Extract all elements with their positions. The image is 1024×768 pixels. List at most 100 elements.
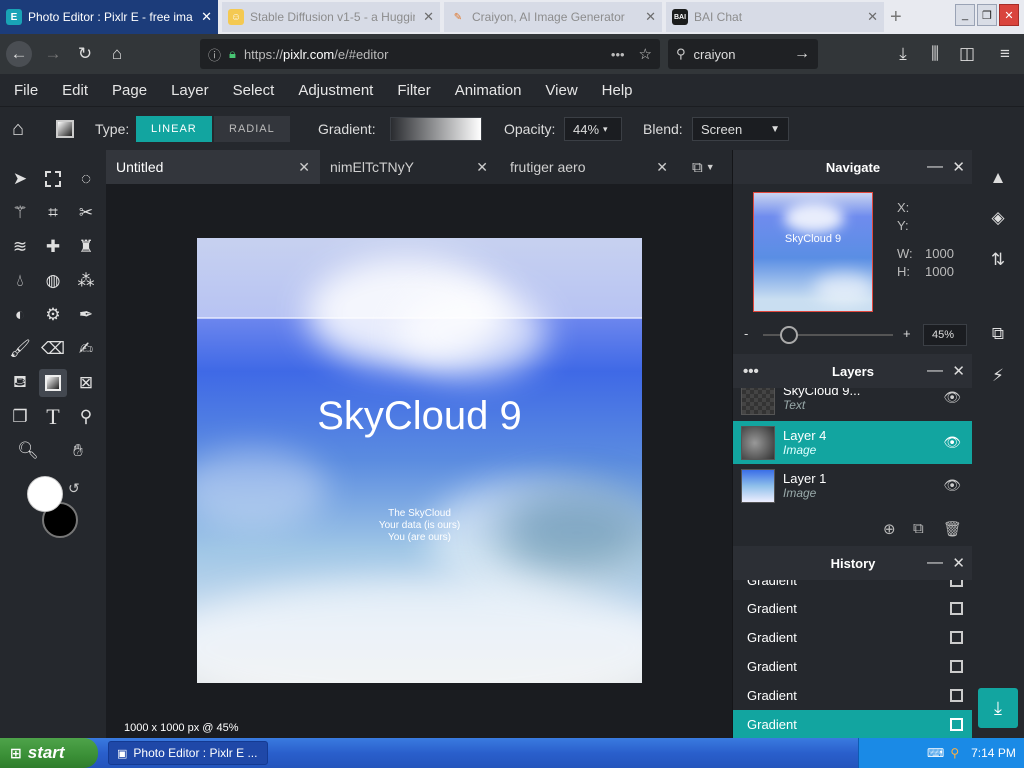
doc-tab-nimeltctnyy[interactable]: nimElTcTNyY ✕	[320, 150, 498, 184]
more-options-icon[interactable]: •••	[743, 363, 759, 380]
browser-tab-huggingface[interactable]: ☺ Stable Diffusion v1-5 - a Huggin ✕	[222, 2, 440, 32]
menu-animation[interactable]: Animation	[455, 82, 522, 99]
layer-row-layer-4[interactable]: Layer 4 Image 👁︎	[733, 421, 973, 464]
arrange-tool-icon[interactable]: ➤	[6, 165, 34, 193]
close-panel-icon[interactable]: ✕	[952, 158, 965, 176]
minimize-panel-icon[interactable]: —	[927, 362, 943, 380]
gradient-tool-button[interactable]	[39, 369, 67, 397]
menu-file[interactable]: File	[14, 82, 38, 99]
close-tab-icon[interactable]: ✕	[201, 9, 212, 25]
zoom-slider[interactable]	[763, 326, 893, 344]
sidebar-toggle-icon[interactable]: ◫	[954, 41, 980, 67]
delete-layer-trash-icon[interactable]: 🗑︎	[943, 520, 962, 538]
navigate-panel-icon[interactable]: ▲	[986, 166, 1010, 190]
heal-bandage-icon[interactable]: ✚	[39, 233, 67, 261]
history-item[interactable]: Gradient	[733, 580, 973, 595]
menu-filter[interactable]: Filter	[397, 82, 430, 99]
browser-tab-bai-chat[interactable]: BAI BAI Chat ✕	[666, 2, 884, 32]
eye-visibility-icon[interactable]: 👁︎	[943, 434, 961, 451]
zoom-value-field[interactable]: 45%	[923, 324, 967, 346]
menu-view[interactable]: View	[545, 82, 577, 99]
menu-page[interactable]: Page	[112, 82, 147, 99]
swap-colors-icon[interactable]: ↺	[68, 480, 80, 497]
history-item[interactable]: Gradient	[733, 681, 973, 710]
liquify-icon[interactable]: ≋	[6, 233, 34, 261]
lasso-icon[interactable]: ◌	[72, 165, 100, 193]
library-icon[interactable]: ⫼	[922, 41, 948, 67]
sponge-icon[interactable]: ◍	[39, 267, 67, 295]
new-tab-icon[interactable]: +	[890, 6, 902, 29]
lightning-icon[interactable]: ⚡︎	[986, 364, 1010, 388]
frame-icon[interactable]: ⊠	[72, 369, 100, 397]
gradient-preview-swatch[interactable]	[390, 117, 482, 141]
start-button[interactable]: ⊞ start	[0, 738, 98, 768]
duplicate-layer-icon[interactable]: ⧉	[913, 520, 924, 537]
shape-icon[interactable]: ❐	[6, 403, 34, 431]
zoom-slider-knob[interactable]	[780, 326, 798, 344]
cutout-scissors-icon[interactable]: ✂	[72, 199, 100, 227]
crop-icon[interactable]: ⌗	[39, 199, 67, 227]
zoom-out-button[interactable]: -	[744, 326, 748, 341]
minimize-panel-icon[interactable]: —	[927, 158, 943, 176]
info-icon[interactable]: ⓘ	[208, 45, 221, 64]
layer-row-layer-1[interactable]: Layer 1 Image 👁︎	[733, 464, 973, 507]
adjustments-panel-icon[interactable]: ⇅	[986, 248, 1010, 272]
pan-hand-icon[interactable]: ✋︎	[64, 437, 92, 465]
close-panel-icon[interactable]: ✕	[952, 554, 965, 572]
marquee-select-icon[interactable]	[39, 165, 67, 193]
bookmark-star-icon[interactable]: ☆	[639, 45, 652, 63]
close-doc-icon[interactable]: ✕	[656, 159, 668, 176]
menu-help[interactable]: Help	[602, 82, 633, 99]
doc-tab-frutiger-aero[interactable]: frutiger aero ✕	[500, 150, 678, 184]
opacity-select[interactable]: 44% ▾	[564, 117, 622, 141]
window-maximize-button[interactable]: ❐	[977, 4, 997, 26]
gear-filter-icon[interactable]: ⚙	[39, 301, 67, 329]
magic-wand-icon[interactable]: ⚚	[6, 199, 34, 227]
menu-layer[interactable]: Layer	[171, 82, 209, 99]
page-actions-icon[interactable]: •••	[611, 47, 625, 62]
doc-tab-untitled[interactable]: Untitled ✕	[106, 150, 320, 184]
layers-panel-icon[interactable]: ◈	[986, 206, 1010, 230]
search-input[interactable]: craiyon	[694, 47, 794, 62]
blur-drop-icon[interactable]: 💧︎	[6, 267, 34, 295]
close-panel-icon[interactable]: ✕	[952, 362, 965, 380]
search-box[interactable]: ⚲ craiyon →	[668, 39, 818, 69]
zoom-in-button[interactable]: +	[903, 326, 911, 341]
search-go-arrow-icon[interactable]: →	[794, 45, 810, 63]
clone-stamp-icon[interactable]: ♜	[72, 233, 100, 261]
pixelate-dots-icon[interactable]: ⁂	[72, 267, 100, 295]
network-tray-icon[interactable]: ⌨	[927, 746, 944, 760]
close-tab-icon[interactable]: ✕	[423, 9, 434, 25]
eye-visibility-icon[interactable]: 👁︎	[943, 389, 961, 406]
eye-visibility-icon[interactable]: 👁︎	[943, 477, 961, 494]
history-item[interactable]: Gradient	[733, 594, 973, 623]
taskbar-item-browser[interactable]: ▣ Photo Editor : Pixlr E ...	[108, 741, 268, 765]
url-bar[interactable]: ⓘ 🔒︎ https://pixlr.com/e/#editor ••• ☆	[200, 39, 660, 69]
eyedropper-icon[interactable]: ⚲	[72, 403, 100, 431]
close-tab-icon[interactable]: ✕	[867, 9, 878, 25]
dodge-burn-icon[interactable]: ◐	[6, 301, 34, 329]
menu-adjustment[interactable]: Adjustment	[298, 82, 373, 99]
back-arrow-icon[interactable]: ←	[6, 41, 32, 67]
window-minimize-button[interactable]: _	[955, 4, 975, 26]
close-doc-icon[interactable]: ✕	[476, 159, 488, 176]
type-radial-button[interactable]: RADIAL	[214, 116, 290, 142]
layer-row-text[interactable]: SkyCloud 9... Text 👁︎	[733, 388, 973, 419]
browser-tab-pixlr[interactable]: E Photo Editor : Pixlr E - free image ✕	[0, 0, 218, 34]
home-icon[interactable]: ⌂	[104, 41, 130, 67]
minimize-panel-icon[interactable]: —	[927, 554, 943, 572]
close-doc-icon[interactable]: ✕	[298, 159, 310, 176]
history-item-current[interactable]: Gradient	[733, 710, 973, 738]
close-tab-icon[interactable]: ✕	[645, 9, 656, 25]
smudge-brush-icon[interactable]: ✍	[72, 335, 100, 363]
forward-arrow-icon[interactable]: →	[40, 41, 66, 67]
hamburger-menu-icon[interactable]: ≡	[992, 41, 1018, 67]
window-arrange-button[interactable]: ⧉ ▼	[682, 150, 732, 184]
fill-bucket-icon[interactable]: ⛾	[6, 369, 34, 397]
menu-select[interactable]: Select	[233, 82, 275, 99]
home-icon[interactable]: ⌂	[12, 107, 24, 151]
zoom-magnifier-icon[interactable]: 🔍︎	[14, 437, 42, 465]
brush-icon[interactable]: 🖌︎	[6, 335, 34, 363]
reload-icon[interactable]: ↻	[72, 41, 98, 67]
type-linear-button[interactable]: LINEAR	[136, 116, 212, 142]
